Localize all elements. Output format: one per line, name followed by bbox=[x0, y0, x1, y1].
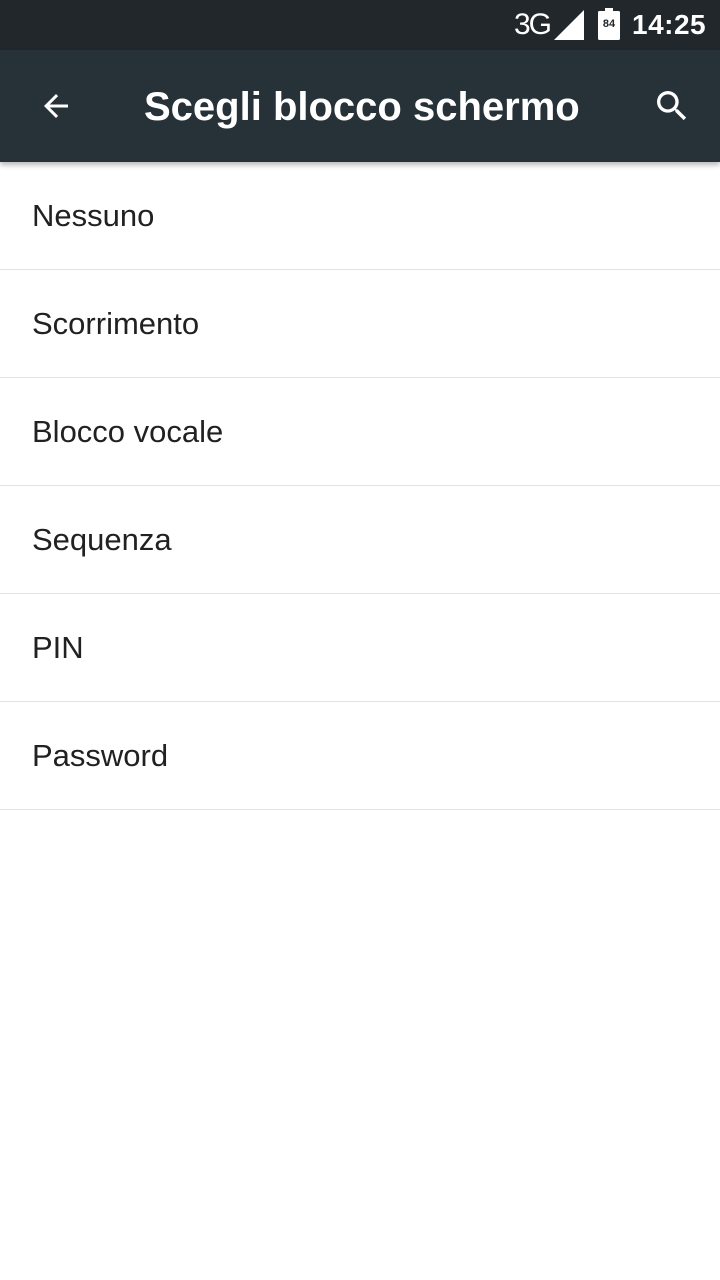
arrow-back-icon bbox=[44, 94, 68, 118]
list-item-label: Sequenza bbox=[32, 522, 172, 557]
list-item-label: Nessuno bbox=[32, 198, 155, 233]
lock-option-list: Nessuno Scorrimento Blocco vocale Sequen… bbox=[0, 162, 720, 810]
signal-full-icon bbox=[554, 10, 584, 40]
battery-level: 84 bbox=[602, 18, 616, 30]
status-time: 14:25 bbox=[632, 9, 707, 40]
list-item-blocco-vocale[interactable]: Blocco vocale bbox=[0, 378, 720, 486]
list-item-scorrimento[interactable]: Scorrimento bbox=[0, 270, 720, 378]
list-item-label: PIN bbox=[32, 630, 84, 665]
network-type: 3G bbox=[514, 8, 552, 41]
toolbar: Scegli blocco schermo bbox=[0, 50, 720, 162]
page-title: Scegli blocco schermo bbox=[144, 85, 580, 129]
search-icon bbox=[657, 91, 687, 121]
list-item-password[interactable]: Password bbox=[0, 702, 720, 810]
list-item-nessuno[interactable]: Nessuno bbox=[0, 162, 720, 270]
list-item-sequenza[interactable]: Sequenza bbox=[0, 486, 720, 594]
list-item-pin[interactable]: PIN bbox=[0, 594, 720, 702]
status-bar: 3G 84 14:25 bbox=[0, 0, 720, 50]
list-item-label: Password bbox=[32, 738, 169, 773]
list-item-label: Scorrimento bbox=[32, 306, 200, 341]
list-item-label: Blocco vocale bbox=[32, 414, 224, 449]
search-button[interactable] bbox=[638, 72, 706, 140]
back-button[interactable] bbox=[22, 72, 90, 140]
